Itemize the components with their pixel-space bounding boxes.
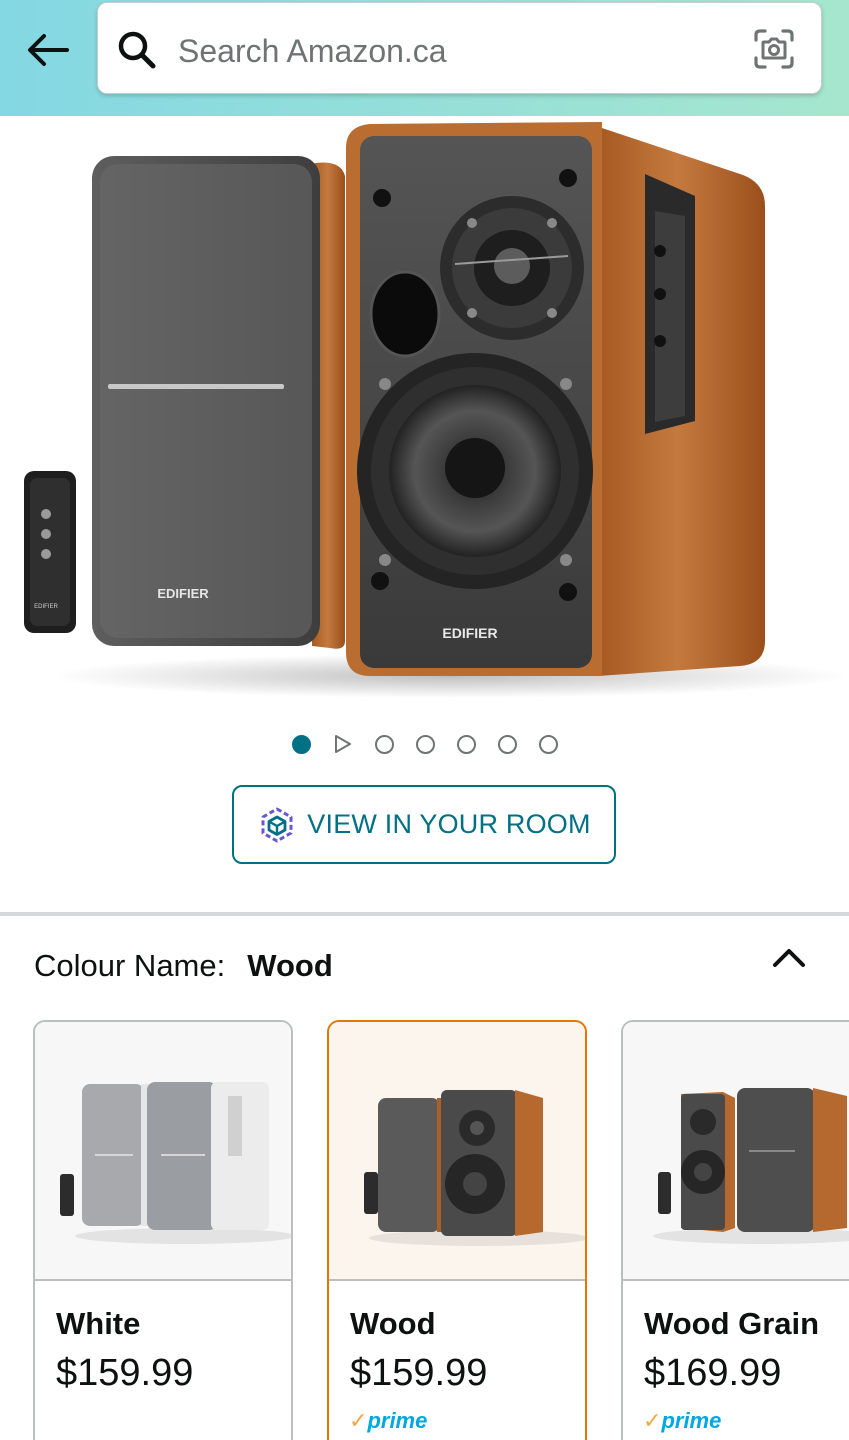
colour-label: Colour Name: — [34, 948, 226, 983]
search-bar[interactable] — [97, 2, 822, 94]
video-play-icon[interactable] — [333, 734, 353, 754]
colour-option-name: Wood Grain — [644, 1306, 820, 1341]
left-speaker: EDIFIER — [92, 156, 345, 649]
prime-check-icon: ✓ — [349, 1408, 368, 1433]
search-input[interactable] — [178, 29, 738, 73]
remote-control: EDIFIER — [24, 471, 76, 633]
prime-check-icon: ✓ — [643, 1408, 662, 1433]
remote-brand: EDIFIER — [34, 604, 58, 610]
carousel-dot-1[interactable] — [291, 734, 311, 754]
chevron-up-icon[interactable] — [770, 942, 808, 972]
carousel-dot-3[interactable] — [374, 734, 394, 754]
view-in-your-room-button[interactable]: VIEW IN YOUR ROOM — [232, 785, 616, 864]
colour-option-name: White — [56, 1306, 141, 1341]
left-speaker-brand: EDIFIER — [157, 586, 209, 601]
colour-option-price: $159.99 — [56, 1352, 194, 1394]
back-button[interactable] — [22, 28, 72, 72]
colour-option-name: Wood — [350, 1306, 436, 1341]
carousel-dot-6[interactable] — [497, 734, 517, 754]
prime-badge: ✓prime — [643, 1408, 722, 1433]
colour-option-image — [329, 1022, 585, 1281]
colour-option-white[interactable]: White $159.99 — [33, 1020, 293, 1440]
colour-option-image — [35, 1022, 291, 1281]
carousel-dot-5[interactable] — [456, 734, 476, 754]
colour-selector-header: Colour Name: Wood — [34, 946, 333, 986]
colour-selected-value: Wood — [247, 948, 333, 983]
camera-search-icon[interactable] — [752, 27, 796, 71]
carousel-dot-4[interactable] — [415, 734, 435, 754]
search-icon — [118, 31, 156, 69]
colour-option-image — [623, 1022, 849, 1281]
section-divider — [0, 912, 849, 916]
ar-cube-icon — [261, 807, 293, 842]
colour-option-price: $159.99 — [350, 1352, 488, 1394]
carousel-dot-7[interactable] — [538, 734, 558, 754]
arrow-left-icon — [28, 34, 69, 66]
colour-option-wood[interactable]: Wood $159.99 ✓prime — [327, 1020, 587, 1440]
product-image[interactable]: EDIFIER EDIFIER EDIFIER — [0, 116, 849, 706]
right-speaker: EDIFIER — [346, 122, 765, 676]
colour-option-price: $169.99 — [644, 1352, 782, 1394]
top-bar — [0, 0, 849, 116]
colour-option-wood-grain[interactable]: Wood Grain $169.99 ✓prime — [621, 1020, 849, 1440]
image-carousel-indicator — [0, 730, 849, 758]
right-speaker-brand: EDIFIER — [442, 625, 497, 641]
prime-badge: ✓prime — [349, 1408, 428, 1433]
view-in-your-room-label: VIEW IN YOUR ROOM — [307, 809, 591, 839]
